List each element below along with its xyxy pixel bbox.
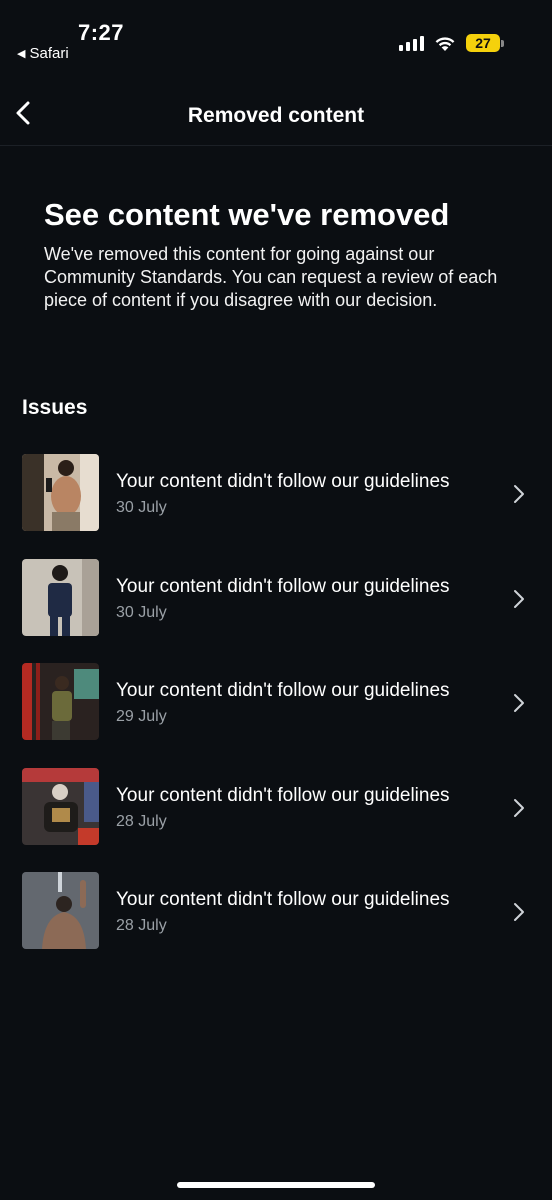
signal-icon	[399, 35, 424, 51]
issue-title: Your content didn't follow our guideline…	[116, 784, 450, 806]
chevron-right-icon	[514, 589, 524, 608]
status-time: 7:27	[78, 20, 125, 45]
intro-section: See content we've removed We've removed …	[44, 196, 514, 312]
issue-thumbnail	[22, 767, 99, 845]
issues-list: Your content didn't follow our guideline…	[0, 452, 552, 975]
issue-thumbnail	[22, 663, 99, 740]
issue-date: 28 July	[116, 812, 167, 830]
nav-header: Removed content	[0, 80, 552, 146]
issue-thumbnail	[22, 558, 99, 636]
issue-title: Your content didn't follow our guideline…	[116, 471, 450, 492]
chevron-right-icon	[514, 694, 524, 712]
issue-item[interactable]: Your content didn't follow our guideline…	[0, 870, 552, 975]
page-title: Removed content	[187, 104, 365, 127]
intro-heading: See content we've removed	[44, 197, 450, 232]
chevron-right-icon	[514, 903, 524, 921]
issue-title: Your content didn't follow our guideline…	[116, 889, 450, 910]
chevron-right-icon	[514, 798, 524, 817]
back-triangle-icon: ◀	[17, 48, 26, 60]
battery-icon: 27	[466, 34, 504, 52]
wifi-icon	[435, 37, 455, 51]
chevron-right-icon	[514, 485, 524, 503]
issue-title: Your content didn't follow our guideline…	[116, 680, 450, 701]
issue-date: 30 July	[116, 499, 167, 516]
issue-item[interactable]: Your content didn't follow our guideline…	[0, 557, 552, 662]
home-indicator[interactable]	[177, 1182, 375, 1188]
issues-heading: Issues	[22, 396, 88, 419]
issue-date: 29 July	[116, 708, 167, 725]
issue-title: Your content didn't follow our guideline…	[116, 575, 450, 597]
issue-item[interactable]: Your content didn't follow our guideline…	[0, 766, 552, 871]
status-icons: 27	[399, 34, 504, 52]
back-to-app-button[interactable]: ◀ Safari	[17, 45, 69, 62]
issue-thumbnail	[22, 872, 99, 949]
issue-item[interactable]: Your content didn't follow our guideline…	[0, 661, 552, 766]
status-bar: 7:27 ◀ Safari 27	[0, 0, 552, 80]
screen: 7:27 ◀ Safari 27 Removed content See con…	[0, 0, 552, 1200]
issue-thumbnail	[22, 454, 99, 531]
issue-date: 30 July	[116, 603, 167, 621]
battery-level: 27	[466, 34, 500, 52]
back-app-label: Safari	[29, 45, 69, 62]
intro-body: We've removed this content for going aga…	[44, 244, 498, 310]
issue-item[interactable]: Your content didn't follow our guideline…	[0, 452, 552, 557]
issue-date: 28 July	[116, 917, 167, 934]
